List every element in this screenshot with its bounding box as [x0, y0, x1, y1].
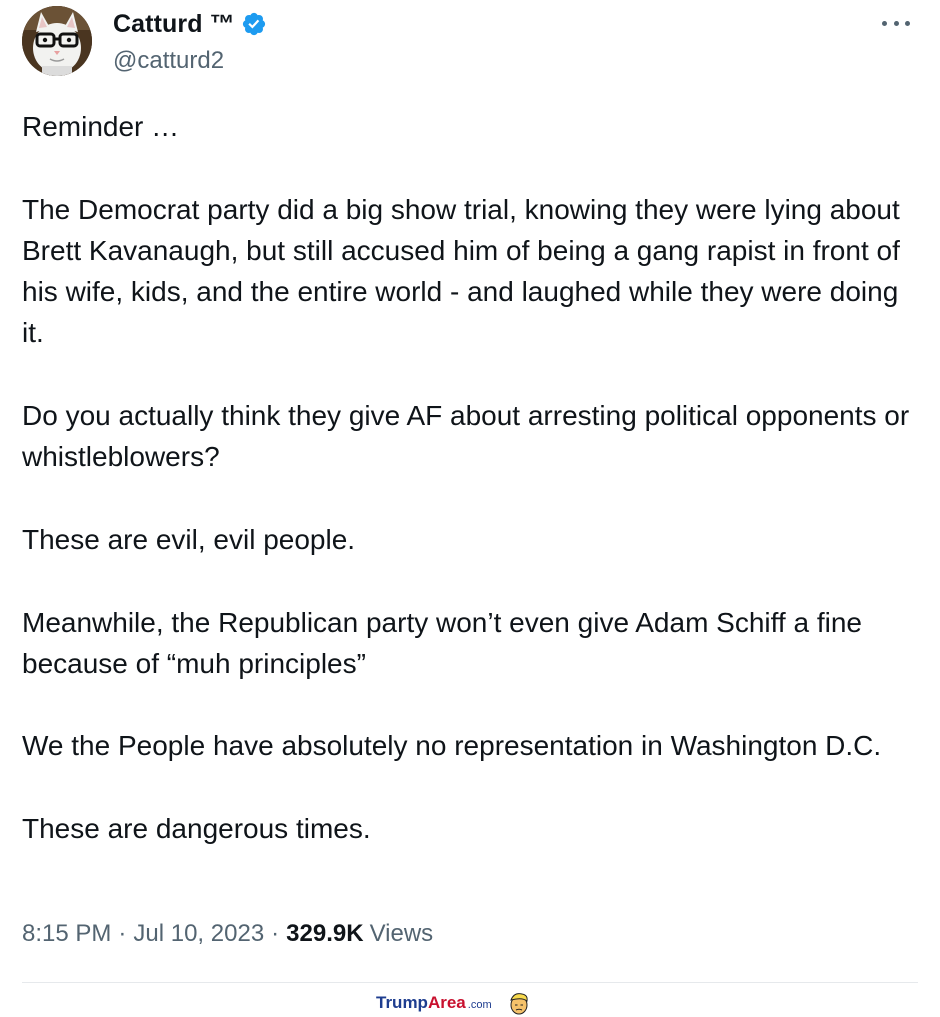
tweet-card: Catturd ™ @catturd2 Reminder … The Democ… — [0, 0, 940, 1017]
more-options-icon[interactable] — [882, 16, 910, 30]
tweet-header: Catturd ™ @catturd2 — [22, 6, 918, 78]
author-names: Catturd ™ @catturd2 — [113, 9, 267, 75]
watermark-part: Area — [427, 993, 466, 1012]
more-dot — [905, 20, 910, 26]
tweet-date[interactable]: Jul 10, 2023 — [133, 920, 264, 948]
views-count[interactable]: 329.9K — [286, 920, 363, 948]
tweet-text: Reminder … The Democrat party did a big … — [22, 106, 922, 849]
cat-avatar-icon — [22, 6, 92, 76]
tweet-paragraph: These are dangerous times. — [22, 813, 371, 845]
watermark-part: Trump — [376, 993, 428, 1012]
tweet-paragraph: We the People have absolutely no represe… — [22, 730, 882, 762]
avatar[interactable] — [22, 6, 92, 76]
tweet-meta: 8:15 PM · Jul 10, 2023 · 329.9K Views — [22, 920, 433, 948]
watermark-logo: Trump Area .com — [376, 990, 530, 1016]
tweet-paragraph: Reminder … — [22, 111, 180, 142]
tweet-paragraph: The Democrat party did a big show trial,… — [22, 193, 908, 349]
tweet-paragraph: Meanwhile, the Republican party won’t ev… — [22, 606, 870, 679]
verified-badge-icon[interactable] — [241, 11, 267, 37]
tweet-paragraph: These are evil, evil people. — [22, 523, 356, 555]
more-dot — [893, 20, 899, 26]
tweet-paragraph: Do you actually think they give AF about… — [22, 400, 917, 473]
trump-face-icon — [509, 993, 528, 1015]
watermark-part: .com — [467, 999, 492, 1011]
author-display-name[interactable]: Catturd ™ — [113, 10, 235, 39]
meta-separator: · — [271, 920, 280, 947]
author-handle[interactable]: @catturd2 — [113, 47, 267, 75]
display-name-row: Catturd ™ — [113, 9, 267, 39]
tweet-time[interactable]: 8:15 PM — [22, 920, 111, 948]
views-label: Views — [369, 920, 434, 947]
divider — [22, 982, 918, 983]
more-dot — [882, 20, 887, 26]
meta-separator: · — [118, 920, 127, 947]
